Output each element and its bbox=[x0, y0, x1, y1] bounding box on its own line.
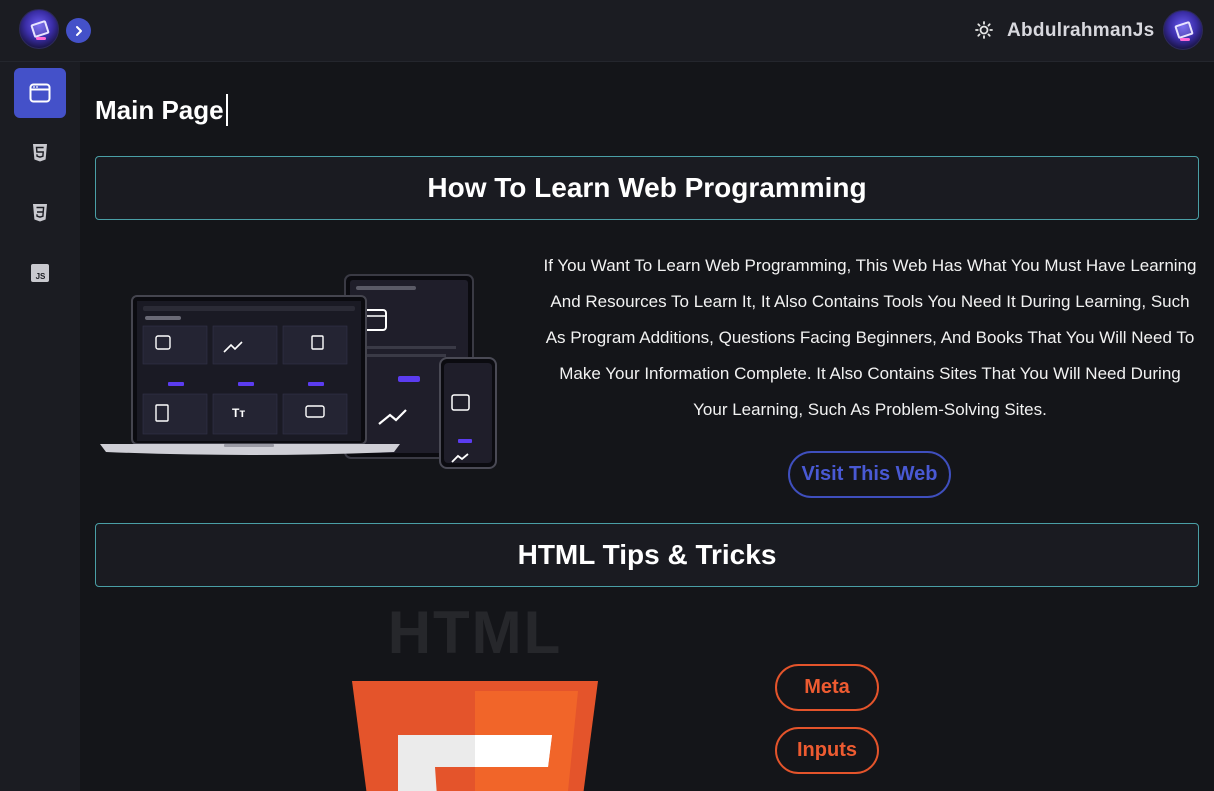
svg-text:JS: JS bbox=[36, 272, 46, 281]
devices-mockup-image: Tт bbox=[100, 274, 497, 469]
top-bar: AbdulrahmanJs bbox=[0, 0, 1214, 62]
js-icon: JS bbox=[31, 264, 49, 282]
html5-icon bbox=[33, 144, 47, 162]
sidebar-item-main[interactable] bbox=[14, 68, 66, 118]
visit-web-button[interactable]: Visit This Web bbox=[788, 451, 951, 498]
sidebar-item-js[interactable]: JS bbox=[14, 248, 66, 298]
section-description: If You Want To Learn Web Programming, Th… bbox=[543, 256, 1197, 419]
logo-avatar[interactable] bbox=[19, 9, 59, 49]
browser-window-icon bbox=[29, 83, 51, 103]
meta-button[interactable]: Meta bbox=[775, 664, 879, 711]
sidebar-item-html[interactable] bbox=[14, 128, 66, 178]
html5-logo-image: HTML bbox=[350, 602, 600, 791]
sidebar: JS bbox=[0, 62, 80, 791]
sun-icon[interactable] bbox=[975, 21, 993, 39]
section-header-html-tips: HTML Tips & Tricks bbox=[95, 523, 1199, 587]
page-title: Main Page bbox=[95, 94, 228, 126]
expand-sidebar-button[interactable] bbox=[66, 18, 91, 43]
html5-shield bbox=[352, 681, 598, 791]
section-header-web-programming: How To Learn Web Programming bbox=[95, 156, 1199, 220]
section-title: How To Learn Web Programming bbox=[427, 172, 867, 203]
inputs-button[interactable]: Inputs bbox=[775, 727, 879, 774]
chevron-right-icon bbox=[75, 25, 82, 36]
section-title: HTML Tips & Tricks bbox=[517, 539, 777, 570]
svg-text:Tт: Tт bbox=[232, 406, 245, 420]
user-avatar[interactable] bbox=[1163, 10, 1203, 50]
sidebar-item-css[interactable] bbox=[14, 188, 66, 238]
main-content: Main Page How To Learn Web Programming T… bbox=[80, 62, 1214, 791]
css3-icon bbox=[33, 204, 47, 222]
html-logo-text: HTML bbox=[387, 599, 563, 666]
username: AbdulrahmanJs bbox=[1007, 20, 1155, 41]
